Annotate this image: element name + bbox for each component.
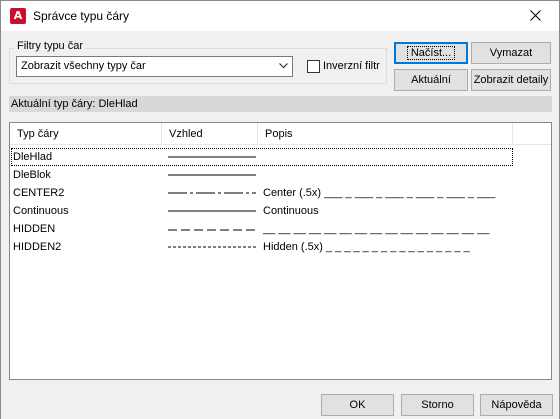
set-current-button[interactable]: Aktuální (394, 69, 468, 91)
linetype-preview (168, 210, 256, 212)
close-button[interactable] (513, 1, 559, 31)
close-icon (530, 10, 541, 21)
load-button-label: Načíst... (406, 46, 456, 60)
linetype-preview (168, 192, 256, 194)
list-item[interactable]: DleHlad (10, 148, 551, 166)
column-header-linetype[interactable]: Typ čáry (10, 123, 162, 145)
delete-button-label: Vymazat (489, 47, 533, 59)
filter-dropdown-value: Zobrazit všechny typy čar (21, 60, 146, 72)
linetype-name: CENTER2 (13, 187, 65, 199)
dialog-footer (1, 389, 559, 419)
show-details-button-label: Zobrazit detaily (473, 74, 549, 86)
help-button[interactable]: Nápověda (480, 394, 553, 416)
linetype-description: Continuous (263, 205, 319, 217)
linetype-name: DleBlok (13, 169, 51, 181)
current-linetype-caption: Aktuální typ čáry: (11, 98, 96, 110)
list-item[interactable]: HIDDEN2 Hidden (.5x) _ _ _ _ _ _ _ _ _ _… (10, 238, 551, 256)
ok-button-label: OK (349, 399, 366, 411)
autocad-app-icon: A (10, 8, 26, 24)
linetype-preview (168, 229, 256, 231)
list-header: Typ čáry Vzhled Popis (10, 123, 551, 145)
linetype-filter-dropdown[interactable]: Zobrazit všechny typy čar (16, 56, 293, 77)
delete-button[interactable]: Vymazat (471, 42, 551, 64)
load-button[interactable]: Načíst... (394, 42, 468, 64)
linetype-list[interactable]: Typ čáry Vzhled Popis DleHlad DleBlok CE… (9, 122, 552, 380)
selection-focus-frame (11, 148, 513, 166)
linetype-preview (168, 246, 256, 248)
filter-group-label: Filtry typu čar (15, 40, 86, 52)
current-linetype-value: DleHlad (98, 98, 138, 110)
column-header-description[interactable]: Popis (258, 123, 513, 145)
set-current-button-label: Aktuální (411, 74, 451, 86)
linetype-name: DleHlad (13, 151, 53, 163)
list-item[interactable]: CENTER2 Center (.5x) ___ _ ___ _ ___ _ _… (10, 184, 551, 202)
list-item[interactable]: HIDDEN __ __ __ __ __ __ __ __ __ __ __ … (10, 220, 551, 238)
list-item[interactable]: Continuous Continuous (10, 202, 551, 220)
linetype-description: Center (.5x) ___ _ ___ _ ___ _ ___ _ ___… (263, 187, 496, 199)
inverse-filter-checkbox[interactable] (307, 60, 320, 73)
ok-button[interactable]: OK (321, 394, 394, 416)
linetype-preview (168, 174, 256, 176)
list-item[interactable]: DleBlok (10, 166, 551, 184)
inverse-filter-label[interactable]: Inverzní filtr (323, 60, 380, 72)
cancel-button[interactable]: Storno (401, 394, 474, 416)
linetype-name: Continuous (13, 205, 69, 217)
show-details-button[interactable]: Zobrazit detaily (471, 69, 551, 91)
title-bar[interactable]: A Správce typu čáry (1, 1, 559, 31)
linetype-name: HIDDEN (13, 223, 56, 235)
dialog-title: Správce typu čáry (33, 9, 130, 23)
help-button-label: Nápověda (491, 399, 542, 411)
chevron-down-icon (279, 63, 288, 69)
linetype-name: HIDDEN2 (13, 241, 62, 253)
column-header-appearance[interactable]: Vzhled (162, 123, 258, 145)
cancel-button-label: Storno (421, 399, 454, 411)
linetype-manager-dialog: A Správce typu čáry Filtry typu čar Zobr… (0, 0, 560, 419)
linetype-preview (168, 156, 256, 158)
linetype-description: Hidden (.5x) _ _ _ _ _ _ _ _ _ _ _ _ _ _… (263, 241, 470, 253)
linetype-description: __ __ __ __ __ __ __ __ __ __ __ __ __ _… (263, 223, 490, 235)
current-linetype-label: Aktuální typ čáry: DleHlad (11, 98, 138, 110)
